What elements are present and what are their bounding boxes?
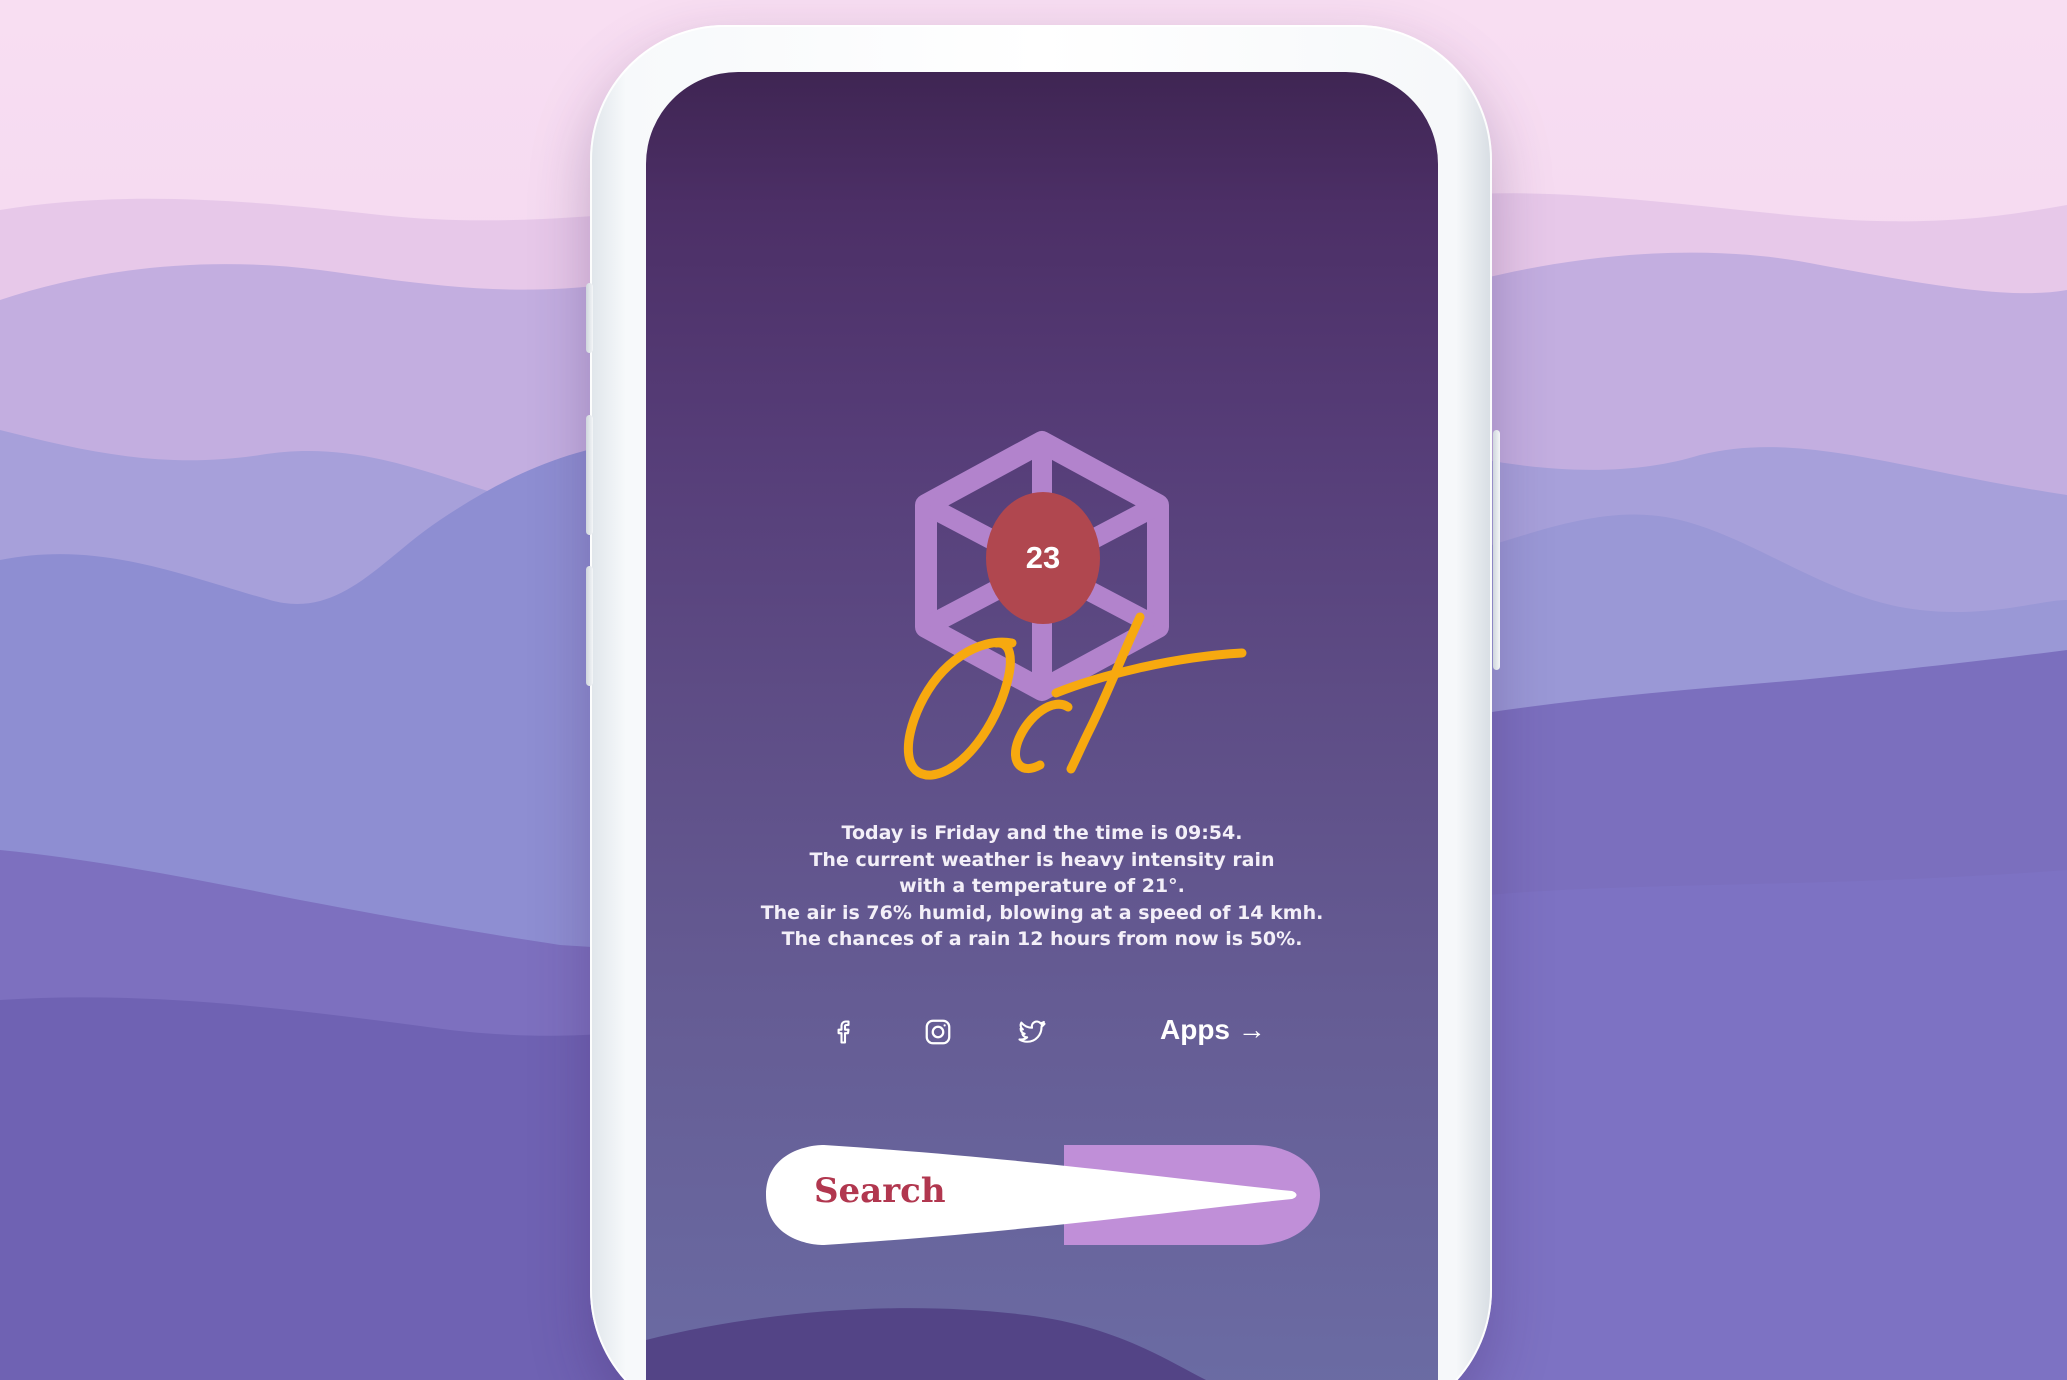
instagram-link[interactable]	[918, 1012, 958, 1052]
weather-line-temperature: with a temperature of 21°.	[899, 875, 1185, 898]
twitter-icon	[1018, 1020, 1046, 1043]
weather-description: Today is Friday and the time is 09:54. T…	[700, 820, 1384, 953]
weather-line-time: Today is Friday and the time is 09:54.	[841, 822, 1243, 844]
phone-power-button	[1493, 430, 1500, 670]
weather-line-condition: The current weather is heavy intensity r…	[809, 848, 1275, 871]
twitter-link[interactable]	[1012, 1012, 1052, 1052]
phone-silent-switch	[586, 283, 593, 353]
day-number: 23	[1025, 540, 1061, 575]
apps-link[interactable]: Apps →	[1160, 1010, 1290, 1050]
weather-line-rain-chance: The chances of a rain 12 hours from now …	[781, 928, 1303, 951]
date-widget-graphic	[903, 431, 1247, 780]
bottom-wave-decoration	[646, 1308, 1206, 1380]
instagram-icon	[925, 1019, 951, 1045]
weather-line-humidity-wind: The air is 76% humid, blowing at a speed…	[760, 901, 1324, 924]
phone-volume-down-button	[586, 566, 593, 686]
facebook-icon	[837, 1020, 850, 1044]
phone-volume-up-button	[586, 415, 593, 535]
search-input[interactable]	[800, 1163, 1194, 1219]
facebook-link[interactable]	[825, 1012, 865, 1052]
